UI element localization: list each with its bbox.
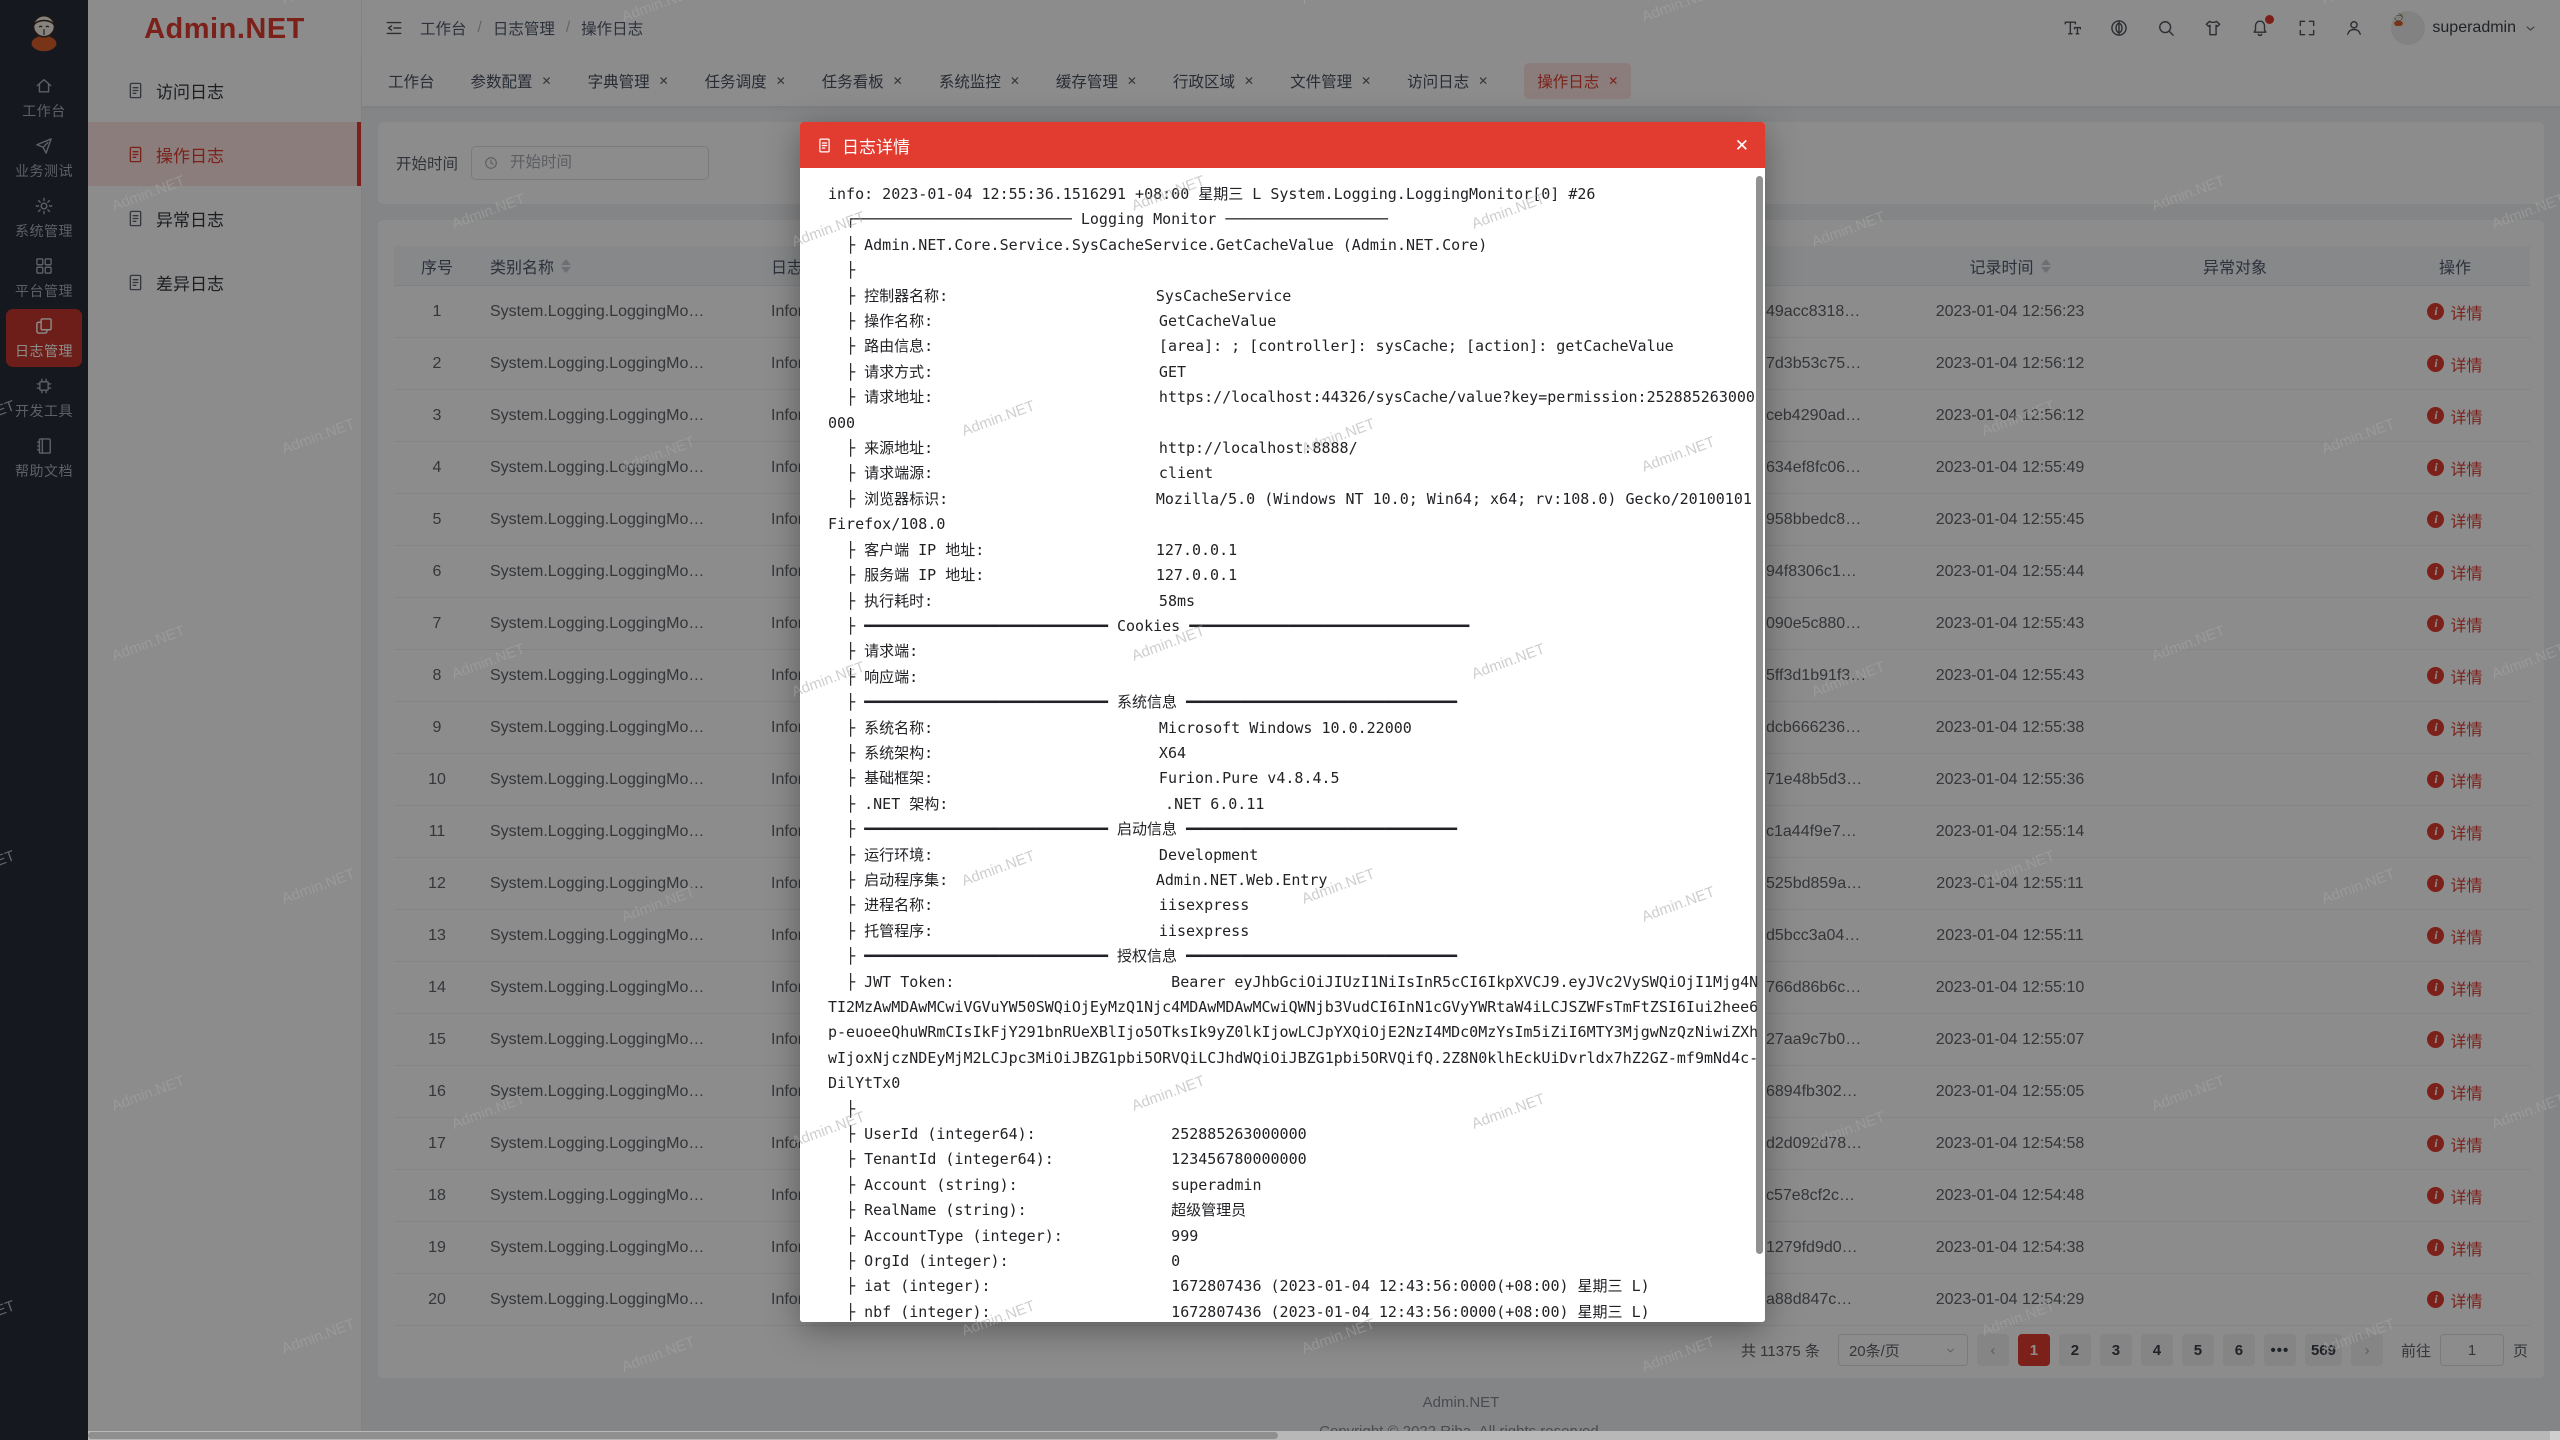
document-icon	[816, 137, 833, 154]
log-detail-dialog: 日志详情 ✕ info: 2023-01-04 12:55:36.1516291…	[800, 122, 1765, 1322]
horizontal-scrollbar[interactable]	[88, 1431, 2560, 1440]
close-icon[interactable]: ✕	[1735, 137, 1749, 154]
scrollbar-corner	[2550, 1431, 2560, 1440]
dialog-header: 日志详情 ✕	[800, 122, 1765, 168]
dialog-scrollbar[interactable]	[1756, 176, 1763, 1254]
log-text: info: 2023-01-04 12:55:36.1516291 +08:00…	[800, 168, 1765, 1322]
dialog-body[interactable]: info: 2023-01-04 12:55:36.1516291 +08:00…	[800, 168, 1765, 1322]
dialog-title: 日志详情	[842, 133, 910, 158]
scrollbar-thumb[interactable]	[88, 1432, 1278, 1439]
